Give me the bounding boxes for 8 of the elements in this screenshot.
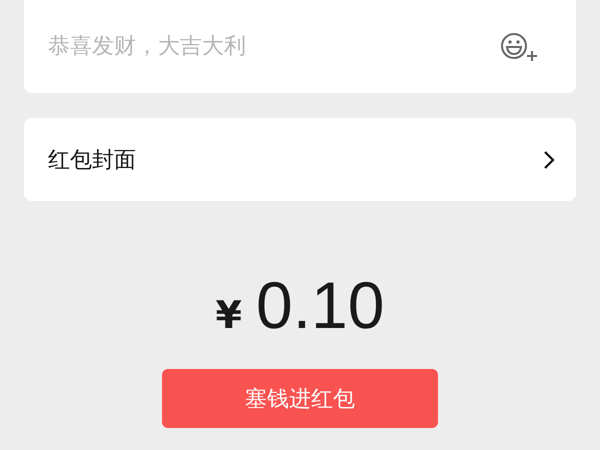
cover-label: 红包封面 [48,146,136,174]
cover-row[interactable]: 红包封面 [24,118,576,201]
message-box[interactable]: 恭喜发财，大吉大利 [24,0,576,93]
emoji-add-icon[interactable] [500,30,540,62]
chevron-right-icon [542,148,556,170]
currency-symbol: ¥ [216,293,242,337]
amount-value: 0.10 [256,267,384,343]
message-field[interactable]: 恭喜发财，大吉大利 [48,26,488,66]
